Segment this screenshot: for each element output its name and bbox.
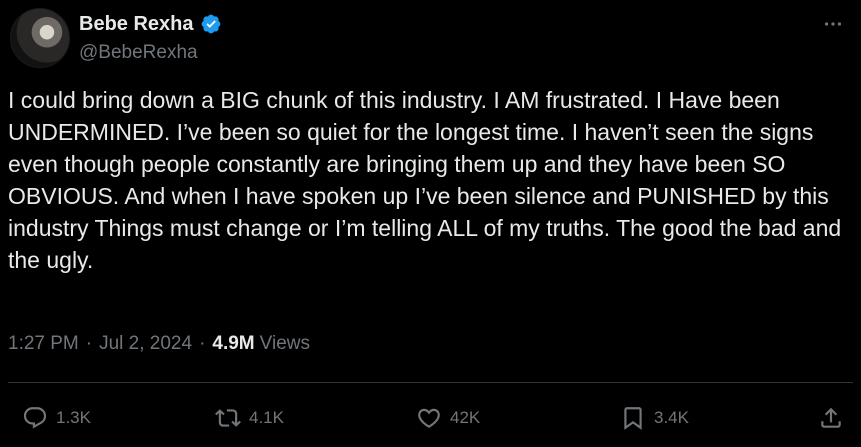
repost-icon (215, 409, 241, 427)
views-label: Views (259, 333, 310, 354)
tweet-meta: 1:27 PM · Jul 2, 2024 · 4.9M Views (8, 330, 310, 358)
separator-dot: · (199, 333, 206, 354)
repost-count: 4.1K (249, 408, 284, 427)
action-bar: 1.3K 4.1K 42K 3.4K (0, 398, 861, 438)
repost-button[interactable]: 4.1K (215, 398, 284, 438)
views-count: 4.9M (212, 333, 255, 354)
name-row: Bebe Rexha (79, 12, 222, 36)
display-name[interactable]: Bebe Rexha (79, 13, 194, 36)
reply-count: 1.3K (56, 408, 91, 427)
like-icon (418, 408, 440, 428)
bookmark-count: 3.4K (654, 408, 689, 427)
divider (8, 382, 853, 383)
avatar[interactable] (10, 8, 70, 68)
share-button[interactable] (818, 398, 844, 438)
handle[interactable]: @BebeRexha (79, 42, 198, 64)
tweet-header: Bebe Rexha @BebeRexha (8, 8, 853, 68)
more-icon (824, 22, 842, 26)
separator-dot: · (85, 333, 93, 354)
share-icon (821, 407, 841, 428)
reply-button[interactable]: 1.3K (22, 398, 91, 438)
reply-icon (23, 407, 47, 429)
tweet-date[interactable]: Jul 2, 2024 (99, 333, 192, 355)
bookmark-button[interactable]: 3.4K (620, 398, 689, 438)
bookmark-icon (624, 407, 642, 430)
like-count: 42K (450, 408, 481, 427)
more-button[interactable] (818, 9, 848, 39)
tweet-time[interactable]: 1:27 PM (8, 333, 79, 355)
like-button[interactable]: 42K (416, 398, 480, 438)
verified-badge-icon (201, 14, 220, 34)
tweet-text: I could bring down a BIG chunk of this i… (8, 87, 848, 273)
